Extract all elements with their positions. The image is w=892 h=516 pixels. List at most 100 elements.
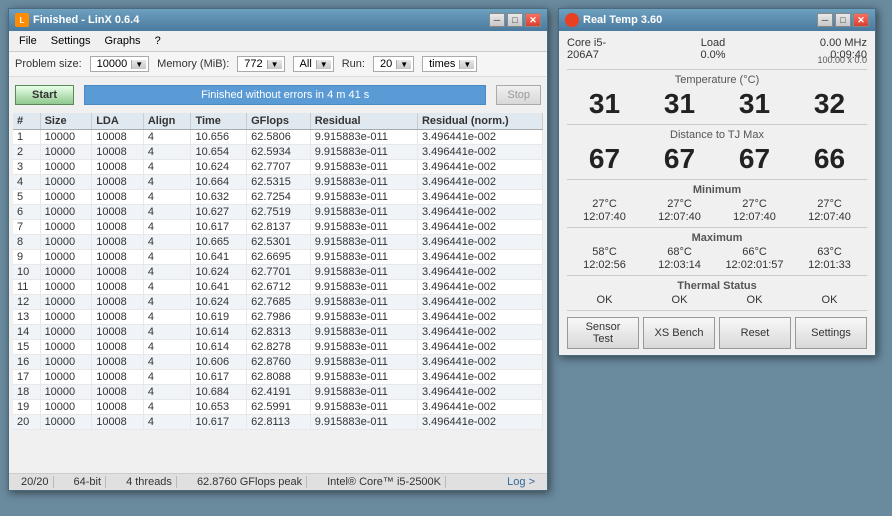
sensor-test-btn[interactable]: Sensor Test — [567, 317, 639, 349]
table-cell: 3.496441e-002 — [417, 220, 542, 235]
run-combo[interactable]: 20 ▼ — [373, 56, 414, 72]
memory-label: Memory (MiB): — [157, 58, 229, 70]
filter-combo[interactable]: All ▼ — [293, 56, 334, 72]
table-cell: 10000 — [40, 400, 92, 415]
dist-section-label: Distance to TJ Max — [567, 129, 867, 141]
table-cell: 4 — [143, 130, 191, 145]
table-cell: 10.624 — [191, 295, 247, 310]
table-cell: 10000 — [40, 190, 92, 205]
table-row: 191000010008410.65362.59919.915883e-0113… — [13, 400, 543, 415]
realtemp-minimize-btn[interactable]: ─ — [817, 13, 833, 27]
table-cell: 3.496441e-002 — [417, 145, 542, 160]
table-cell: 4 — [143, 295, 191, 310]
max-temps-row: 58°C 68°C 66°C 63°C — [567, 246, 867, 258]
linx-close-btn[interactable]: ✕ — [525, 13, 541, 27]
table-cell: 62.8088 — [247, 370, 311, 385]
table-cell: 10008 — [92, 235, 144, 250]
max-temp-1: 68°C — [645, 246, 715, 258]
divider-3 — [567, 179, 867, 180]
temp-values: 31 31 31 32 — [567, 88, 867, 120]
start-button[interactable]: Start — [15, 85, 74, 105]
table-cell: 3.496441e-002 — [417, 385, 542, 400]
table-cell: 3 — [13, 160, 40, 175]
table-cell: 62.6712 — [247, 280, 311, 295]
min-time-0: 12:07:40 — [570, 211, 640, 223]
settings-btn[interactable]: Settings — [795, 317, 867, 349]
filter-value: All — [296, 58, 316, 70]
table-cell: 4 — [143, 340, 191, 355]
problem-size-label: Problem size: — [15, 58, 82, 70]
max-time-1: 12:03:14 — [645, 259, 715, 271]
table-cell: 9 — [13, 250, 40, 265]
max-temp-2: 66°C — [720, 246, 790, 258]
table-row: 201000010008410.61762.81139.915883e-0113… — [13, 415, 543, 430]
table-cell: 9.915883e-011 — [310, 205, 417, 220]
memory-combo[interactable]: 772 ▼ — [237, 56, 284, 72]
status-cpu: Intel® Core™ i5-2500K — [323, 476, 446, 488]
stop-button[interactable]: Stop — [496, 85, 541, 105]
table-row: 101000010008410.62462.77019.915883e-0113… — [13, 265, 543, 280]
xs-bench-btn[interactable]: XS Bench — [643, 317, 715, 349]
table-header-row: # Size LDA Align Time GFlops Residual Re… — [13, 113, 543, 130]
table-cell: 9.915883e-011 — [310, 310, 417, 325]
run-value: 20 — [376, 58, 396, 70]
table-cell: 3.496441e-002 — [417, 235, 542, 250]
temp-core1: 31 — [664, 88, 695, 120]
table-cell: 3.496441e-002 — [417, 280, 542, 295]
realtemp-maximize-btn[interactable]: □ — [835, 13, 851, 27]
table-cell: 5 — [13, 190, 40, 205]
table-cell: 4 — [143, 370, 191, 385]
table-cell: 4 — [143, 220, 191, 235]
table-cell: 62.6695 — [247, 250, 311, 265]
table-cell: 10000 — [40, 385, 92, 400]
table-cell: 4 — [143, 280, 191, 295]
table-cell: 10008 — [92, 130, 144, 145]
table-cell: 10000 — [40, 370, 92, 385]
run-label: Run: — [342, 58, 365, 70]
realtemp-close-btn[interactable]: ✕ — [853, 13, 869, 27]
menu-settings[interactable]: Settings — [45, 33, 97, 49]
menu-file[interactable]: File — [13, 33, 43, 49]
table-cell: 10000 — [40, 175, 92, 190]
table-cell: 10.632 — [191, 190, 247, 205]
menu-help[interactable]: ? — [149, 33, 167, 49]
table-cell: 10000 — [40, 220, 92, 235]
table-cell: 62.5806 — [247, 130, 311, 145]
dist-core0: 67 — [589, 143, 620, 175]
table-cell: 4 — [143, 415, 191, 430]
table-cell: 62.7701 — [247, 265, 311, 280]
temp-core2: 31 — [739, 88, 770, 120]
table-row: 81000010008410.66562.53019.915883e-0113.… — [13, 235, 543, 250]
linx-title-bar: L Finished - LinX 0.6.4 ─ □ ✕ — [9, 9, 547, 31]
times-combo[interactable]: times ▼ — [422, 56, 477, 72]
menu-graphs[interactable]: Graphs — [98, 33, 146, 49]
problem-size-combo[interactable]: 10000 ▼ — [90, 56, 150, 72]
linx-status-row: Start Finished without errors in 4 m 41 … — [9, 77, 547, 113]
table-cell: 9.915883e-011 — [310, 265, 417, 280]
table-cell: 62.8760 — [247, 355, 311, 370]
problem-size-value: 10000 — [93, 58, 132, 70]
temp-core0: 31 — [589, 88, 620, 120]
status-log[interactable]: Log > — [503, 476, 539, 488]
linx-title-controls: ─ □ ✕ — [489, 13, 541, 27]
table-cell: 1 — [13, 130, 40, 145]
table-cell: 3.496441e-002 — [417, 190, 542, 205]
table-cell: 10000 — [40, 340, 92, 355]
table-cell: 10000 — [40, 280, 92, 295]
thermal-header: Thermal Status — [567, 280, 867, 292]
linx-maximize-btn[interactable]: □ — [507, 13, 523, 27]
table-cell: 10.654 — [191, 145, 247, 160]
table-cell: 4 — [143, 385, 191, 400]
divider-5 — [567, 275, 867, 276]
dist-values: 67 67 67 66 — [567, 143, 867, 175]
table-row: 111000010008410.64162.67129.915883e-0113… — [13, 280, 543, 295]
linx-icon: L — [15, 13, 29, 27]
linx-minimize-btn[interactable]: ─ — [489, 13, 505, 27]
table-cell: 62.7254 — [247, 190, 311, 205]
table-cell: 10.641 — [191, 250, 247, 265]
status-gflops: 62.8760 GFlops peak — [193, 476, 307, 488]
reset-btn[interactable]: Reset — [719, 317, 791, 349]
table-cell: 62.7986 — [247, 310, 311, 325]
table-cell: 10.606 — [191, 355, 247, 370]
table-cell: 10008 — [92, 295, 144, 310]
